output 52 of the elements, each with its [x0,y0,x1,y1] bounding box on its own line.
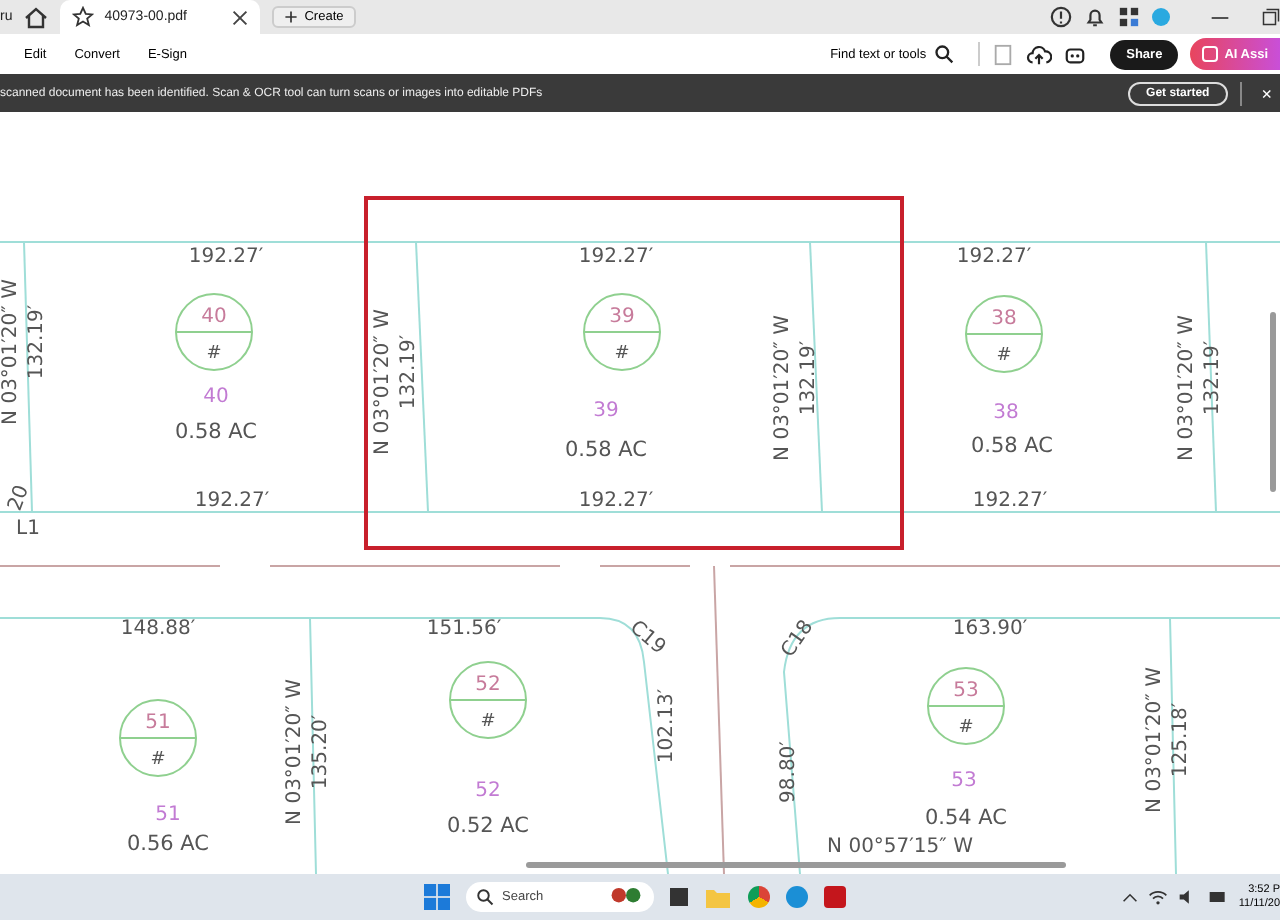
lot-label: 51 [155,804,181,826]
lot-label: 40 [203,386,229,408]
hash-mark: # [480,712,496,732]
lot-number: 39 [609,306,635,328]
lot-number: 52 [475,674,501,696]
lot-area: 0.58 AC [564,438,648,462]
dimension-label: 192.27′ [188,246,264,268]
lot-area: 0.58 AC [970,434,1054,458]
bearing-label: N 00°57′15″ W [827,836,973,858]
lot-area: 0.56 AC [126,832,210,856]
lot-label: 53 [951,770,977,792]
dimension-label: 192.27′ [972,490,1048,512]
hash-mark: # [958,718,974,738]
dimension-label: 163.90′ [952,618,1028,640]
bearing-label: N 03°01′20″ W [1176,315,1198,461]
line-label: L1 [16,518,40,540]
lot-number: 53 [953,680,979,702]
dimension-label: 125.18′ [1170,702,1192,778]
dimension-label: 151.56′ [426,618,502,640]
dimension-label: 135.20′ [310,714,332,790]
dimension-label: 192.27′ [578,246,654,268]
lot-number: 38 [991,308,1017,330]
bearing-label: N 03°01′20″ W [0,279,22,425]
dimension-label: 98.80′ [778,741,800,803]
lot-label: 52 [475,780,501,802]
curve-label: 20 [4,482,34,514]
lot-label: 38 [993,402,1019,424]
dimension-label: 132.19′ [798,340,820,416]
dimension-label: 132.19′ [398,334,420,410]
dimension-label: 192.27′ [578,490,654,512]
dimension-label: 192.27′ [956,246,1032,268]
dimension-label: 102.13′ [656,688,678,764]
lot-area: 0.58 AC [174,420,258,444]
bearing-label: N 03°01′20″ W [772,315,794,461]
bearing-label: N 03°01′20″ W [1144,667,1166,813]
curve-label: C19 [625,617,670,660]
hash-mark: # [206,344,222,364]
dimension-label: 132.19′ [1202,340,1224,416]
hash-mark: # [150,750,166,770]
hash-mark: # [614,344,630,364]
bearing-label: N 03°01′20″ W [372,309,394,455]
hash-mark: # [996,346,1012,366]
close-button[interactable]: × [1253,83,1280,103]
bearing-label: N 03°01′20″ W [284,679,306,825]
lot-number: 51 [145,712,171,734]
lot-area: 0.54 AC [924,806,1008,830]
dimension-label: 148.88′ [120,618,196,640]
lot-label: 39 [593,400,619,422]
dimension-label: 192.27′ [194,490,270,512]
dimension-label: 132.19′ [26,304,48,380]
lot-area: 0.52 AC [446,814,530,838]
lot-number: 40 [201,306,227,328]
